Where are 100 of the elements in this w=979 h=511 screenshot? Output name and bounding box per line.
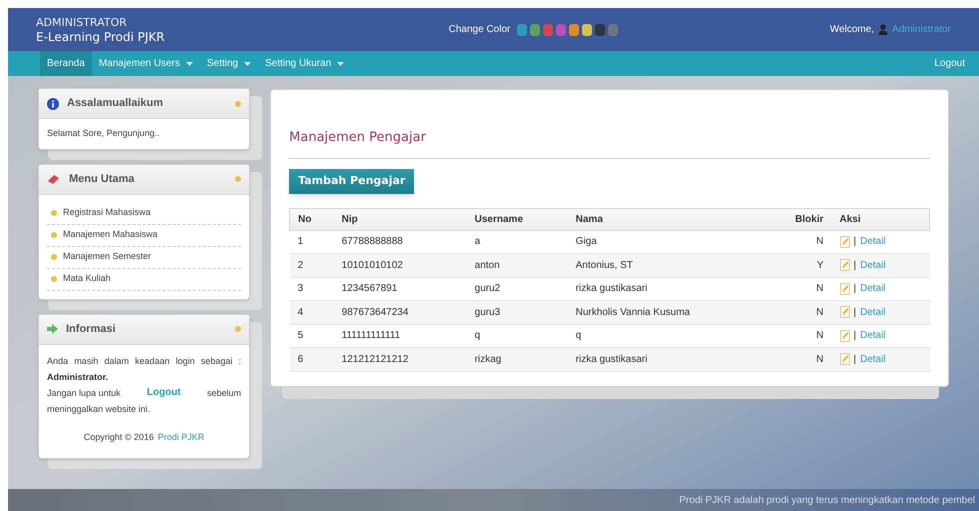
bullet-icon bbox=[235, 100, 242, 106]
table-cell: rizka gustikasari bbox=[568, 348, 772, 371]
column-header: Username bbox=[466, 208, 568, 230]
separator: | bbox=[854, 258, 856, 273]
table-cell: q bbox=[466, 324, 568, 348]
table-cell: rizkag bbox=[466, 348, 568, 371]
table-cell: Antonius, ST bbox=[568, 254, 772, 277]
separator: | bbox=[854, 329, 856, 344]
table-cell: 121212121212 bbox=[334, 348, 467, 371]
color-swatch[interactable] bbox=[556, 24, 566, 36]
logout-link[interactable]: Logout bbox=[934, 56, 965, 71]
color-swatch[interactable] bbox=[582, 24, 592, 36]
footer-marquee: Prodi PJKR adalah prodi yang terus meningkatkan metode pembel bbox=[679, 494, 975, 508]
table-cell: 5 bbox=[290, 324, 334, 348]
table-cell: Y bbox=[772, 254, 832, 277]
nav-item[interactable]: Setting bbox=[200, 51, 258, 76]
bullet-icon bbox=[235, 326, 242, 332]
info-icon bbox=[47, 98, 59, 110]
welcome-label: Welcome, bbox=[830, 23, 874, 37]
color-swatch[interactable] bbox=[530, 24, 540, 36]
separator: | bbox=[854, 306, 856, 320]
table-cell: 3 bbox=[290, 277, 334, 300]
table-cell: 1 bbox=[290, 230, 334, 254]
color-swatch[interactable] bbox=[543, 24, 554, 36]
info-text: meninggalkan website ini. bbox=[47, 402, 152, 416]
edit-icon[interactable] bbox=[840, 330, 850, 342]
table-cell: N bbox=[772, 277, 832, 300]
column-header: Nama bbox=[568, 208, 772, 230]
detail-link[interactable]: Detail bbox=[860, 258, 886, 273]
nav-item[interactable]: Beranda bbox=[40, 51, 92, 76]
table-cell: 1234567891 bbox=[334, 277, 467, 300]
greeting-text: Selamat Sore, Pengunjung.. bbox=[47, 128, 160, 138]
table-cell: a bbox=[466, 230, 568, 254]
edit-icon[interactable] bbox=[840, 236, 850, 248]
bullet-icon bbox=[51, 276, 57, 282]
column-header: Blokir bbox=[772, 208, 832, 230]
info-text: sebelum bbox=[207, 386, 242, 400]
table-cell: N bbox=[772, 230, 832, 254]
panel-title: Assalamuallaikum bbox=[67, 96, 164, 112]
table-cell: Giga bbox=[568, 230, 772, 254]
info-text: Jangan lupa untuk bbox=[47, 386, 121, 400]
table-cell: N bbox=[772, 348, 832, 371]
menu-link[interactable]: Manajemen Semester bbox=[63, 250, 152, 264]
panel-title: Informasi bbox=[66, 322, 117, 337]
info-text: Anda masih dalam keadaan login sebagai : bbox=[47, 354, 242, 368]
bullet-icon bbox=[51, 254, 57, 260]
user-link[interactable]: Administrator bbox=[892, 22, 951, 37]
separator: | bbox=[854, 352, 856, 367]
detail-link[interactable]: Detail bbox=[860, 234, 886, 250]
separator: | bbox=[854, 235, 856, 250]
table-cell: 4 bbox=[290, 300, 334, 324]
panel-title: Menu Utama bbox=[69, 172, 136, 187]
edit-icon[interactable] bbox=[840, 259, 850, 272]
table-cell: 2 bbox=[290, 254, 334, 277]
logout-link[interactable]: Logout bbox=[146, 384, 181, 400]
color-swatch[interactable] bbox=[608, 24, 618, 36]
detail-link[interactable]: Detail bbox=[860, 281, 886, 296]
table-cell: 111111111111 bbox=[334, 324, 467, 348]
table-cell: Nurkholis Vannia Kusuma bbox=[568, 300, 772, 324]
table-cell: N bbox=[772, 300, 832, 324]
detail-link[interactable]: Detail bbox=[860, 328, 886, 344]
nav-item[interactable]: Setting Ukuran bbox=[258, 51, 352, 76]
table-cell: 67788888888 bbox=[334, 230, 467, 254]
copyright-text: Copyright © 2016 bbox=[84, 430, 154, 444]
color-swatch[interactable] bbox=[595, 24, 606, 36]
arrow-icon bbox=[47, 324, 58, 334]
separator: | bbox=[854, 282, 856, 296]
bullet-icon bbox=[51, 210, 57, 216]
table-cell: q bbox=[568, 324, 772, 348]
user-icon bbox=[878, 24, 888, 35]
site-title: E-Learning Prodi PJKR bbox=[36, 30, 166, 44]
bullet-icon bbox=[235, 176, 242, 182]
table-cell: anton bbox=[466, 254, 568, 277]
detail-link[interactable]: Detail bbox=[860, 304, 886, 320]
menu-link[interactable]: Manajemen Mahasiswa bbox=[63, 228, 158, 242]
color-swatch[interactable] bbox=[517, 24, 528, 36]
edit-icon[interactable] bbox=[840, 306, 850, 318]
bullet-icon bbox=[51, 232, 57, 238]
table-cell: 10101010102 bbox=[334, 254, 467, 277]
nav-item[interactable]: Manajemen Users bbox=[92, 51, 200, 76]
change-color-label: Change Color bbox=[448, 23, 510, 37]
menu-link[interactable]: Registrasi Mahasiswa bbox=[63, 206, 151, 220]
table-cell: 987673647234 bbox=[334, 300, 467, 324]
table-cell: guru2 bbox=[466, 277, 568, 300]
menu-link[interactable]: Mata Kuliah bbox=[63, 272, 111, 286]
table-cell: 6 bbox=[290, 348, 334, 371]
column-header: Aksi bbox=[832, 208, 930, 230]
color-swatch[interactable] bbox=[569, 24, 580, 36]
edit-icon[interactable] bbox=[840, 353, 850, 366]
page-title: Manajemen Pengajar bbox=[289, 128, 930, 158]
copyright-link[interactable]: Prodi PJKR bbox=[158, 430, 204, 444]
table-cell: N bbox=[772, 324, 832, 348]
table-cell: rizka gustikasari bbox=[568, 277, 772, 300]
add-teacher-button[interactable]: Tambah Pengajar bbox=[289, 168, 414, 194]
info-user: Administrator. bbox=[47, 370, 110, 384]
table-cell: guru3 bbox=[466, 300, 568, 324]
role-label: ADMINISTRATOR bbox=[36, 16, 128, 30]
edit-icon[interactable] bbox=[840, 282, 850, 295]
detail-link[interactable]: Detail bbox=[860, 352, 886, 367]
column-header: Nip bbox=[334, 208, 467, 230]
